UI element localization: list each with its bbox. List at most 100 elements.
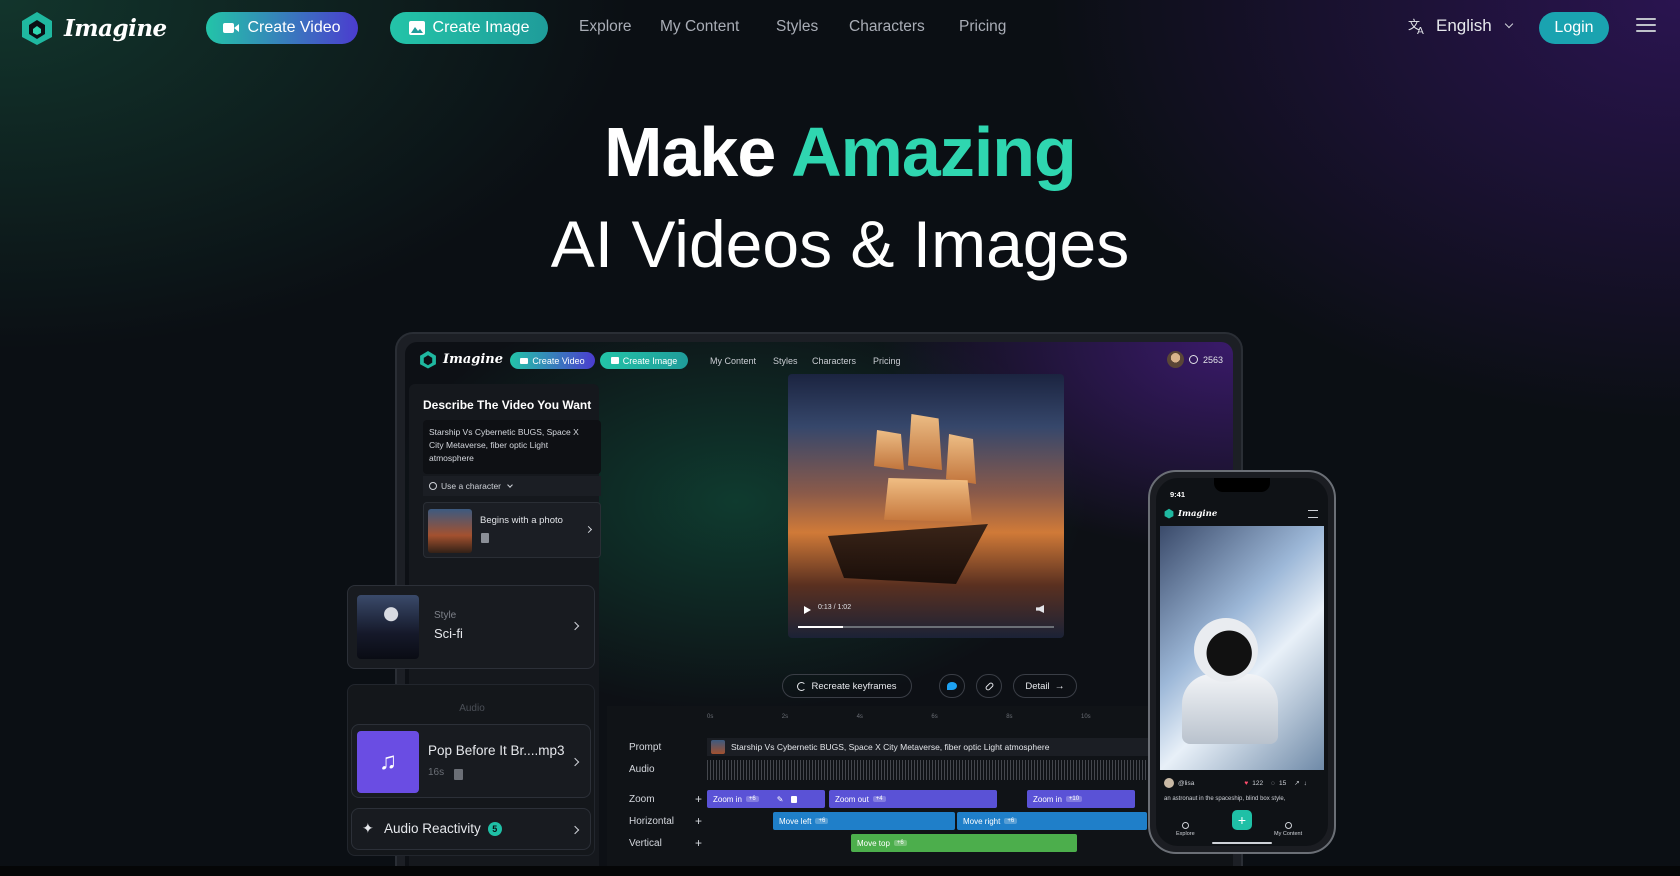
mockup-create-video-label: Create Video bbox=[532, 355, 585, 366]
chevron-down-icon bbox=[1504, 19, 1514, 29]
prompt-text: Starship Vs Cybernetic BUGS, Space X Cit… bbox=[423, 420, 601, 474]
begins-with-photo-card: Begins with a photo bbox=[423, 502, 601, 558]
astronaut-helmet bbox=[1194, 618, 1258, 682]
style-value: Sci-fi bbox=[434, 626, 463, 641]
add-horizontal-icon: + bbox=[695, 814, 703, 828]
hero-word-amazing: Amazing bbox=[791, 113, 1077, 191]
character-icon bbox=[429, 482, 437, 490]
move-right-label: Move right bbox=[963, 816, 1001, 826]
recreate-keyframes-button: Recreate keyframes bbox=[782, 674, 912, 698]
audio-reactivity-count: 5 bbox=[487, 821, 502, 836]
phone-tab-my-content-label: My Content bbox=[1274, 831, 1303, 837]
video-controls: 0:13 / 1:02 bbox=[788, 600, 1064, 638]
video-player bbox=[788, 374, 1064, 638]
share-icon: ↗ bbox=[1294, 780, 1300, 787]
audio-reactivity-card: ✦ Audio Reactivity 5 bbox=[351, 808, 591, 850]
nav-link-explore[interactable]: Explore bbox=[579, 18, 632, 36]
ruler-tick: 10s bbox=[1080, 714, 1091, 720]
mockup-image-icon bbox=[610, 357, 619, 364]
mockup-video-icon bbox=[520, 357, 529, 364]
phone-screen: 9:41 Imagine @lisa ♥ 122 ◌ 15 ↗ ↓ an ast… bbox=[1156, 478, 1328, 846]
move-left-tag: +6 bbox=[815, 818, 829, 824]
chevron-right-icon bbox=[584, 525, 593, 534]
login-button[interactable]: Login bbox=[1539, 12, 1609, 44]
language-selector[interactable]: 文A English bbox=[1408, 16, 1514, 36]
astronaut-body bbox=[1182, 674, 1278, 744]
zoom-in-2-label: Zoom in bbox=[1033, 794, 1062, 804]
chevron-right-icon bbox=[570, 621, 580, 631]
link-icon bbox=[984, 681, 994, 691]
logo-icon bbox=[22, 12, 52, 45]
phone-tab-my-content: My Content bbox=[1274, 822, 1302, 837]
home-indicator bbox=[1212, 842, 1272, 844]
ship-sail bbox=[946, 434, 976, 484]
audio-reactivity-label: Audio Reactivity bbox=[384, 821, 481, 836]
prompt-thumbnail bbox=[711, 740, 725, 754]
hero-word-make: Make bbox=[604, 113, 776, 191]
nav-link-my-content[interactable]: My Content bbox=[660, 18, 739, 36]
detail-button: Detail → bbox=[1013, 674, 1077, 698]
video-progress-bar bbox=[798, 626, 1054, 628]
ship-thumbnail bbox=[428, 509, 472, 553]
user-icon bbox=[1284, 822, 1292, 829]
mockup-create-video-button: Create Video bbox=[510, 352, 595, 369]
nav-link-characters[interactable]: Characters bbox=[849, 18, 925, 36]
play-icon bbox=[804, 606, 811, 614]
phone-notch bbox=[1214, 478, 1270, 492]
add-zoom-icon: + bbox=[695, 792, 703, 806]
add-vertical-icon: + bbox=[695, 836, 703, 850]
nav-link-pricing[interactable]: Pricing bbox=[959, 18, 1006, 36]
hamburger-menu-icon[interactable] bbox=[1636, 18, 1656, 34]
create-video-button[interactable]: Create Video bbox=[206, 12, 358, 44]
phone-create-button: + bbox=[1232, 810, 1252, 830]
logo-icon bbox=[1164, 508, 1174, 519]
chevron-right-icon bbox=[570, 825, 580, 835]
phone-username: @lisa bbox=[1178, 779, 1195, 787]
refresh-icon bbox=[797, 681, 807, 691]
create-image-button[interactable]: Create Image bbox=[390, 12, 548, 44]
arrow-right-icon: → bbox=[1054, 680, 1065, 692]
brand-logo[interactable]: Imagine bbox=[20, 10, 167, 46]
phone-brand-name: Imagine bbox=[1178, 508, 1218, 519]
ship-sail bbox=[874, 430, 904, 470]
move-left-clip: Move left +6 bbox=[773, 812, 955, 830]
mockup-create-image-button: Create Image bbox=[600, 352, 688, 369]
translate-icon: 文A bbox=[1408, 17, 1424, 35]
move-top-clip: Move top +6 bbox=[851, 834, 1077, 852]
phone-mockup: 9:41 Imagine @lisa ♥ 122 ◌ 15 ↗ ↓ an ast… bbox=[1148, 470, 1336, 854]
sparkle-icon: ✦ bbox=[362, 820, 374, 836]
phone-tab-explore-label: Explore bbox=[1176, 831, 1195, 837]
audio-file-card: ♫ Pop Before It Br....mp3 16s bbox=[351, 724, 591, 798]
use-character-dropdown: Use a character bbox=[423, 476, 601, 496]
trash-icon bbox=[481, 533, 489, 543]
timeline-label-zoom: Zoom bbox=[629, 794, 655, 805]
image-icon bbox=[408, 21, 425, 35]
zoom-in-clip-2: Zoom in +10 bbox=[1027, 790, 1135, 808]
phone-menu-icon bbox=[1308, 510, 1318, 518]
phone-logo: Imagine bbox=[1164, 508, 1217, 519]
phone-comments: 15 bbox=[1278, 779, 1287, 787]
zoom-in-2-tag: +10 bbox=[1065, 796, 1083, 802]
begins-with-photo-label: Begins with a photo bbox=[480, 515, 563, 526]
timeline-label-horizontal: Horizontal bbox=[629, 816, 675, 827]
comment-icon: ◌ bbox=[1271, 779, 1275, 787]
timeline-prompt-text: Starship Vs Cybernetic BUGS, Space X Cit… bbox=[731, 742, 1050, 752]
move-top-label: Move top bbox=[857, 838, 890, 848]
nav-link-styles[interactable]: Styles bbox=[776, 18, 818, 36]
compass-icon bbox=[1181, 822, 1189, 829]
ruler-tick: 2s bbox=[781, 714, 789, 720]
create-video-label: Create Video bbox=[247, 19, 341, 36]
timeline-label-audio: Audio bbox=[629, 764, 655, 775]
video-time: 0:13 / 1:02 bbox=[818, 604, 852, 611]
mockup-link-my-content: My Content bbox=[710, 356, 757, 366]
ship-sail bbox=[884, 478, 972, 522]
credits-icon bbox=[1189, 355, 1198, 364]
style-thumbnail bbox=[357, 595, 419, 659]
zoom-out-tag: +4 bbox=[872, 796, 886, 802]
move-right-clip: Move right +6 bbox=[957, 812, 1147, 830]
astronaut-image bbox=[1160, 526, 1324, 770]
audio-duration: 16s bbox=[428, 767, 445, 778]
mockup-link-characters: Characters bbox=[812, 356, 857, 366]
phone-caption: an astronaut in the spaceship, blind box… bbox=[1164, 796, 1286, 802]
music-note-icon: ♫ bbox=[357, 731, 419, 793]
